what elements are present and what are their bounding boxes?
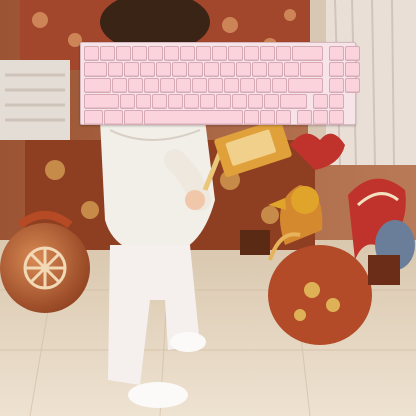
keycap: [224, 78, 239, 93]
keycap: [132, 46, 147, 61]
keycap: [136, 94, 151, 109]
keycap: [328, 46, 344, 61]
keycap: [120, 94, 135, 109]
keycap: [328, 62, 344, 77]
keycap: [140, 62, 155, 77]
keycap: [84, 62, 107, 77]
keycap: [344, 46, 360, 61]
keycap: [180, 46, 195, 61]
keycap: [328, 94, 344, 109]
keycap: [84, 110, 103, 125]
keycap: [184, 94, 199, 109]
keycap: [176, 78, 191, 93]
keycap: [272, 78, 287, 93]
keycap: [268, 62, 283, 77]
keycap: [128, 78, 143, 93]
keycap: [116, 46, 131, 61]
keycap: [240, 78, 255, 93]
keycap: [284, 62, 299, 77]
keycap: [280, 94, 307, 109]
keycap: [260, 46, 275, 61]
keycap: [188, 62, 203, 77]
keycap: [292, 46, 323, 61]
keycap: [288, 78, 323, 93]
keycap: [152, 94, 167, 109]
keycap: [232, 94, 247, 109]
keycap: [160, 78, 175, 93]
keycap: [108, 62, 123, 77]
keycap: [344, 78, 360, 93]
keycap: [244, 110, 259, 125]
keyboard-overlay: [80, 42, 360, 125]
keycap: [248, 94, 263, 109]
keycap: [208, 78, 223, 93]
keycap: [220, 62, 235, 77]
keycap: [200, 94, 215, 109]
keycap: [124, 62, 139, 77]
keycap: [312, 94, 328, 109]
keycap: [212, 46, 227, 61]
keycap: [300, 62, 323, 77]
keycap: [244, 46, 259, 61]
keycap: [256, 78, 271, 93]
keycap: [196, 46, 211, 61]
keycap: [216, 94, 231, 109]
keycap: [144, 78, 159, 93]
keycap: [276, 110, 291, 125]
keycap: [168, 94, 183, 109]
keycap: [228, 46, 243, 61]
shelf: [0, 60, 70, 140]
keycap: [172, 62, 187, 77]
keycap: [148, 46, 163, 61]
keycap: [156, 62, 171, 77]
keycap: [276, 46, 291, 61]
keycap: [296, 110, 312, 125]
keycap: [328, 78, 344, 93]
keycap: [328, 110, 344, 125]
keycap: [192, 78, 207, 93]
keycap: [124, 110, 143, 125]
keycap: [204, 62, 219, 77]
keycap: [112, 78, 127, 93]
keycap: [144, 110, 243, 125]
keycap: [84, 78, 111, 93]
keycap: [264, 94, 279, 109]
keycap: [84, 94, 119, 109]
keycap: [260, 110, 275, 125]
keycap: [236, 62, 251, 77]
keycap: [84, 46, 99, 61]
keycap: [344, 62, 360, 77]
keycap: [252, 62, 267, 77]
keycap: [104, 110, 123, 125]
keycap: [100, 46, 115, 61]
keycap: [312, 110, 328, 125]
keycap: [164, 46, 179, 61]
